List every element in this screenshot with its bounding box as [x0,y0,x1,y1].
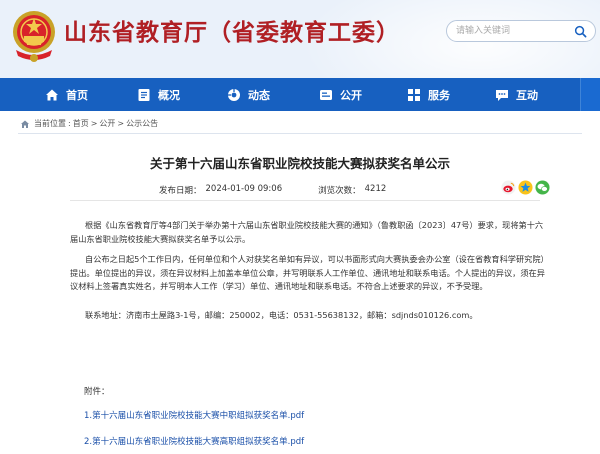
nav-item-service[interactable]: 服务 [406,78,450,111]
qzone-icon[interactable] [518,180,533,195]
publish-date: 2024-01-09 09:06 [205,184,283,194]
home-icon [46,89,58,100]
search-input[interactable] [447,21,567,41]
views-label: 浏览次数： [318,186,361,196]
document-icon [138,88,150,101]
attachment-link-higher[interactable]: 2.第十六届山东省职业院校技能大赛高职组拟获奖名单.pdf [84,435,304,447]
nav-item-interaction[interactable]: 互动 [494,78,538,111]
search-box[interactable] [446,20,596,42]
article-title: 关于第十六届山东省职业院校技能大赛拟获奖名单公示 [149,156,450,171]
nav-label: 互动 [516,88,538,102]
nav-label: 首页 [66,88,88,102]
meta-divider [70,200,540,201]
chat-icon [496,89,508,101]
article-paragraph: 根据《山东省教育厅等4部门关于举办第十六届山东省职业院校技能大赛的通知》（鲁教职… [70,220,544,244]
dynamics-icon [228,88,240,101]
public-icon [320,89,332,100]
search-icon[interactable] [574,25,587,38]
nav-item-dynamics[interactable]: 动态 [226,78,270,111]
breadcrumb-item-home[interactable]: 首页 [73,118,89,129]
breadcrumb-current-label: 当前位置 [34,119,66,128]
article-paragraph: 联系地址：济南市土屋路3-1号，邮编：250002，电话：0531-556381… [85,310,478,320]
main-nav: 首页 概况 动态 公开 服务 互动 [0,78,600,111]
national-emblem-icon [13,11,55,62]
nav-item-home[interactable]: 首页 [44,78,88,111]
share-buttons [501,180,550,195]
site-header: 山东省教育厅（省委教育工委） [0,0,600,78]
nav-item-overview[interactable]: 概况 [136,78,180,111]
wechat-icon[interactable] [535,180,550,195]
article-paragraph: 自公布之日起5个工作日内，任何单位和个人对获奖名单如有异议，可以书面形式向大赛执… [70,254,549,291]
nav-label: 概况 [158,88,180,102]
site-title[interactable]: 山东省教育厅（省委教育工委） [64,13,400,47]
nav-label: 动态 [248,88,270,102]
nav-end-block [580,78,600,111]
breadcrumb-item-notices[interactable]: 公示公告 [126,118,158,129]
views-count: 4212 [364,184,387,194]
nav-label: 服务 [428,88,450,102]
nav-label: 公开 [340,88,362,102]
publish-date-label: 发布日期： [159,186,202,196]
nav-item-public[interactable]: 公开 [318,78,362,111]
attachments-label: 附件： [84,387,110,397]
article-meta: 发布日期： 2024-01-09 09:06 浏览次数： 4212 [159,184,386,196]
attachment-link-secondary[interactable]: 1.第十六届山东省职业院校技能大赛中职组拟获奖名单.pdf [84,409,304,421]
breadcrumb-divider [18,133,582,134]
breadcrumb-item-public[interactable]: 公开 [99,118,115,129]
breadcrumb: 当前位置: 首页 > 公开 > 公示公告 [20,118,158,129]
weibo-icon[interactable] [501,180,516,195]
breadcrumb-home-icon [21,120,29,128]
service-icon [408,88,420,101]
